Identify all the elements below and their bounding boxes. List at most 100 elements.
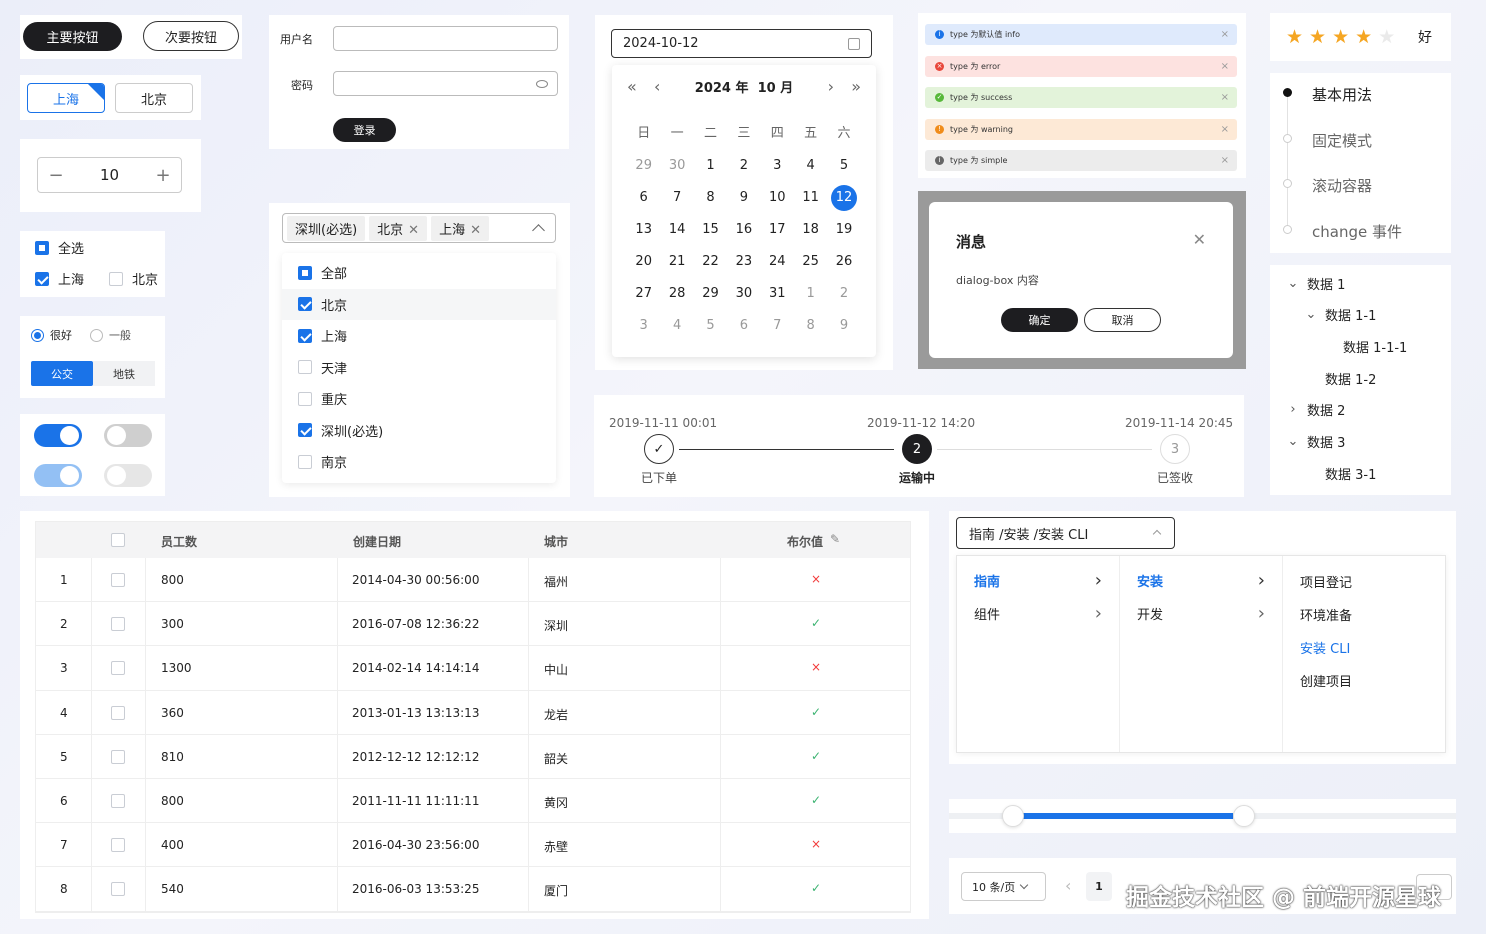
calendar-month[interactable]: 10 月 (758, 77, 794, 96)
star-icon[interactable]: ★ (1378, 26, 1395, 48)
calendar-day[interactable]: 9 (827, 310, 860, 342)
slider-track[interactable] (949, 805, 1456, 827)
multiselect-input[interactable]: 深圳(必选) 北京 ✕ 上海 ✕ (282, 213, 556, 243)
close-icon[interactable]: ✕ (470, 223, 481, 238)
cascader-item-install[interactable]: 安装 › (1137, 570, 1265, 591)
calendar-day[interactable]: 26 (827, 246, 860, 278)
close-icon[interactable]: × (1221, 29, 1229, 40)
cascader-item-cli[interactable]: 安装 CLI (1300, 638, 1350, 657)
slider-handle-min[interactable] (1002, 805, 1025, 827)
calendar-day[interactable]: 11 (794, 182, 827, 214)
calendar-day[interactable]: 24 (761, 246, 794, 278)
check-all[interactable]: 全选 (35, 238, 84, 257)
option-checkbox[interactable] (298, 328, 312, 343)
calendar-day[interactable]: 18 (794, 214, 827, 246)
column-header[interactable]: 城市 (544, 533, 568, 550)
check-shanghai[interactable]: 上海 (35, 269, 84, 288)
row-checkbox[interactable] (111, 705, 125, 720)
calendar-day[interactable]: 20 (627, 246, 660, 278)
cascader-item-develop[interactable]: 开发 › (1137, 603, 1265, 624)
calendar-day[interactable]: 27 (627, 278, 660, 310)
minus-button[interactable]: − (38, 158, 74, 192)
stepper-value[interactable]: 10 (74, 166, 145, 184)
radio-unchecked[interactable] (90, 328, 103, 342)
calendar-day[interactable]: 4 (794, 150, 827, 182)
switch-on[interactable] (34, 424, 82, 447)
checkbox-indeterminate[interactable] (35, 240, 49, 255)
calendar-day[interactable]: 4 (660, 310, 693, 342)
option-item[interactable]: 重庆 (282, 383, 556, 414)
timeline-item[interactable]: 基本用法 (1312, 84, 1372, 105)
calendar-day[interactable]: 21 (660, 246, 693, 278)
confirm-button[interactable]: 确定 (1001, 308, 1078, 332)
cascader-item-register[interactable]: 项目登记 (1300, 572, 1352, 591)
row-checkbox[interactable] (111, 793, 125, 808)
cascader-item-component[interactable]: 组件 › (974, 603, 1102, 624)
calendar-day[interactable]: 7 (761, 310, 794, 342)
close-icon[interactable]: × (1221, 92, 1229, 103)
option-checkbox[interactable] (298, 297, 312, 311)
page-size-select[interactable]: 10 条/页 (961, 872, 1046, 901)
chevron-right-icon[interactable]: › (1285, 402, 1301, 417)
tag-beijing[interactable]: 北京 ✕ (369, 215, 428, 241)
calendar-day[interactable]: 3 (761, 150, 794, 182)
row-checkbox[interactable] (111, 749, 125, 764)
calendar-day[interactable]: 6 (727, 310, 760, 342)
radio-checked[interactable] (31, 328, 44, 342)
prev-month-icon[interactable]: ‹ (654, 77, 660, 96)
calendar-day[interactable]: 1 (694, 150, 727, 182)
eye-icon[interactable] (536, 80, 548, 88)
row-checkbox[interactable] (111, 838, 125, 853)
radio-normal[interactable]: 一般 (90, 327, 131, 343)
star-rating[interactable]: ★ ★ ★ ★ ★ (1286, 26, 1395, 48)
star-icon[interactable]: ★ (1332, 26, 1349, 48)
calendar-day[interactable]: 8 (794, 310, 827, 342)
plus-button[interactable]: + (145, 158, 181, 192)
calendar-day[interactable]: 17 (761, 214, 794, 246)
chevron-down-icon[interactable]: ⌄ (1303, 307, 1319, 322)
slider-handle-max[interactable] (1232, 805, 1255, 827)
edit-icon[interactable]: ✎ (830, 532, 840, 546)
chevron-up-icon[interactable] (532, 224, 545, 237)
page-number[interactable]: 1 (1086, 872, 1112, 901)
chevron-up-icon[interactable] (1152, 529, 1162, 539)
star-icon[interactable]: ★ (1355, 26, 1372, 48)
calendar-day[interactable]: 6 (627, 182, 660, 214)
option-checkbox[interactable] (298, 265, 312, 280)
calendar-day[interactable]: 8 (694, 182, 727, 214)
timeline-item[interactable]: change 事件 (1312, 221, 1402, 242)
option-checkbox[interactable] (298, 391, 312, 406)
calendar-day[interactable]: 30 (660, 150, 693, 182)
city-option-beijing[interactable]: 北京 (115, 83, 193, 113)
calendar-day[interactable]: 3 (627, 310, 660, 342)
option-item[interactable]: 深圳(必选) (282, 415, 556, 446)
tree-node[interactable]: ⌄ 数据 3 (1285, 432, 1346, 452)
close-icon[interactable]: ✕ (1193, 230, 1206, 249)
tag-shanghai[interactable]: 上海 ✕ (431, 215, 489, 241)
calendar-day[interactable]: 13 (627, 214, 660, 246)
calendar-day[interactable]: 29 (694, 278, 727, 310)
calendar-day[interactable]: 2 (827, 278, 860, 310)
tree-node[interactable]: › 数据 2 (1285, 400, 1345, 420)
chevron-down-icon[interactable]: ⌄ (1285, 434, 1301, 449)
calendar-day[interactable]: 7 (660, 182, 693, 214)
close-icon[interactable]: ✕ (408, 223, 419, 238)
checkbox-checked[interactable] (35, 271, 49, 286)
row-checkbox[interactable] (111, 573, 125, 587)
star-icon[interactable]: ★ (1309, 26, 1326, 48)
option-item[interactable]: 南京 (282, 446, 556, 477)
close-icon[interactable]: × (1221, 61, 1229, 72)
option-item[interactable]: 北京 (282, 288, 556, 320)
calendar-day[interactable]: 2 (727, 150, 760, 182)
tree-node[interactable]: ⌄ 数据 1-1 (1303, 305, 1377, 325)
option-checkbox[interactable] (298, 454, 312, 469)
calendar-day[interactable]: 9 (727, 182, 760, 214)
column-header[interactable]: 布尔值 (787, 533, 823, 550)
calendar-day[interactable]: 22 (694, 246, 727, 278)
calendar-day[interactable]: 31 (761, 278, 794, 310)
tree-node[interactable]: 数据 1-1-1 (1321, 336, 1407, 356)
calendar-icon[interactable] (848, 38, 860, 50)
next-month-icon[interactable]: › (828, 77, 834, 96)
cascader-item-guide[interactable]: 指南 › (974, 570, 1102, 591)
tree-node[interactable]: 数据 3-1 (1303, 463, 1376, 483)
